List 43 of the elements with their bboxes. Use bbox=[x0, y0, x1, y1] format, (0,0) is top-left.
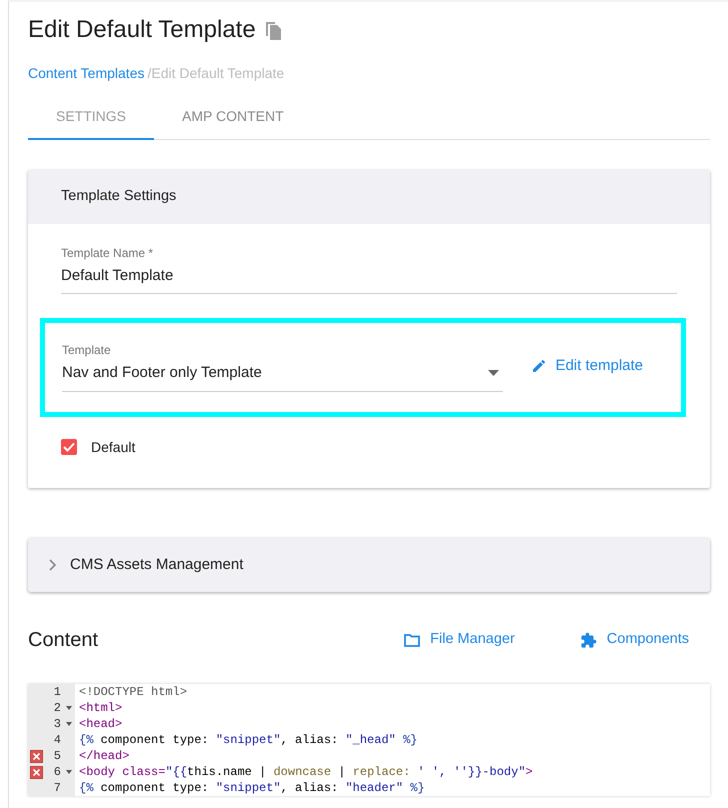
code-line: <!DOCTYPE html> bbox=[78, 684, 188, 700]
input-field[interactable]: Default Template bbox=[61, 262, 677, 294]
error-icon bbox=[30, 750, 43, 764]
breadcrumb-link[interactable]: Content Templates bbox=[28, 62, 144, 84]
line-number: 2 bbox=[54, 700, 61, 716]
folder-icon bbox=[404, 634, 420, 647]
field-label: Template Name * bbox=[61, 244, 154, 262]
edit-template-link[interactable]: Edit template bbox=[531, 355, 643, 378]
code-line: </head> bbox=[78, 748, 130, 764]
code-line: <body class="{{this.name | downcase | replace: ' ', ''}}-body"> bbox=[78, 764, 533, 780]
fold-icon[interactable] bbox=[66, 706, 72, 710]
select-value: Nav and Footer only Template bbox=[62, 363, 262, 384]
code-line: {% component type: "snippet", alias: "header" %} bbox=[78, 780, 425, 796]
code-line: {% component type: "snippet", alias: "_head" %} bbox=[78, 732, 418, 748]
code-line: <head> bbox=[78, 716, 122, 732]
tab[interactable]: SETTINGS bbox=[28, 98, 154, 140]
breadcrumb-current: /Edit Default Template bbox=[147, 64, 284, 83]
accordion-header[interactable]: CMS Assets Management bbox=[28, 538, 710, 592]
line-number: 3 bbox=[54, 716, 61, 732]
toolbar-link[interactable]: Components bbox=[580, 629, 689, 651]
code-line: <html> bbox=[78, 700, 122, 716]
tab[interactable]: AMP CONTENT bbox=[154, 98, 312, 140]
fold-icon[interactable] bbox=[66, 770, 72, 774]
line-number: 6 bbox=[54, 764, 61, 780]
line-number: 1 bbox=[54, 684, 61, 700]
copy-icon[interactable] bbox=[264, 20, 282, 40]
line-number: 4 bbox=[54, 732, 61, 748]
toolbar-link[interactable]: File Manager bbox=[404, 629, 515, 651]
select-field[interactable]: Nav and Footer only Template bbox=[62, 359, 504, 392]
dropdown-arrow-icon bbox=[488, 370, 500, 376]
checkbox-label: Default bbox=[91, 438, 136, 457]
fold-icon[interactable] bbox=[66, 722, 72, 726]
line-number: 7 bbox=[54, 780, 61, 796]
checkbox[interactable] bbox=[61, 439, 77, 456]
pencil-icon bbox=[531, 358, 548, 374]
error-icon bbox=[30, 766, 43, 780]
chevron-icon bbox=[48, 558, 56, 571]
line-number: 5 bbox=[54, 748, 61, 764]
page-title: Edit Default Template bbox=[28, 16, 256, 45]
puzzle-icon bbox=[580, 632, 597, 649]
field-label: Template bbox=[62, 342, 112, 360]
card-header: Template Settings bbox=[28, 170, 710, 224]
section-heading: Content bbox=[28, 628, 100, 652]
